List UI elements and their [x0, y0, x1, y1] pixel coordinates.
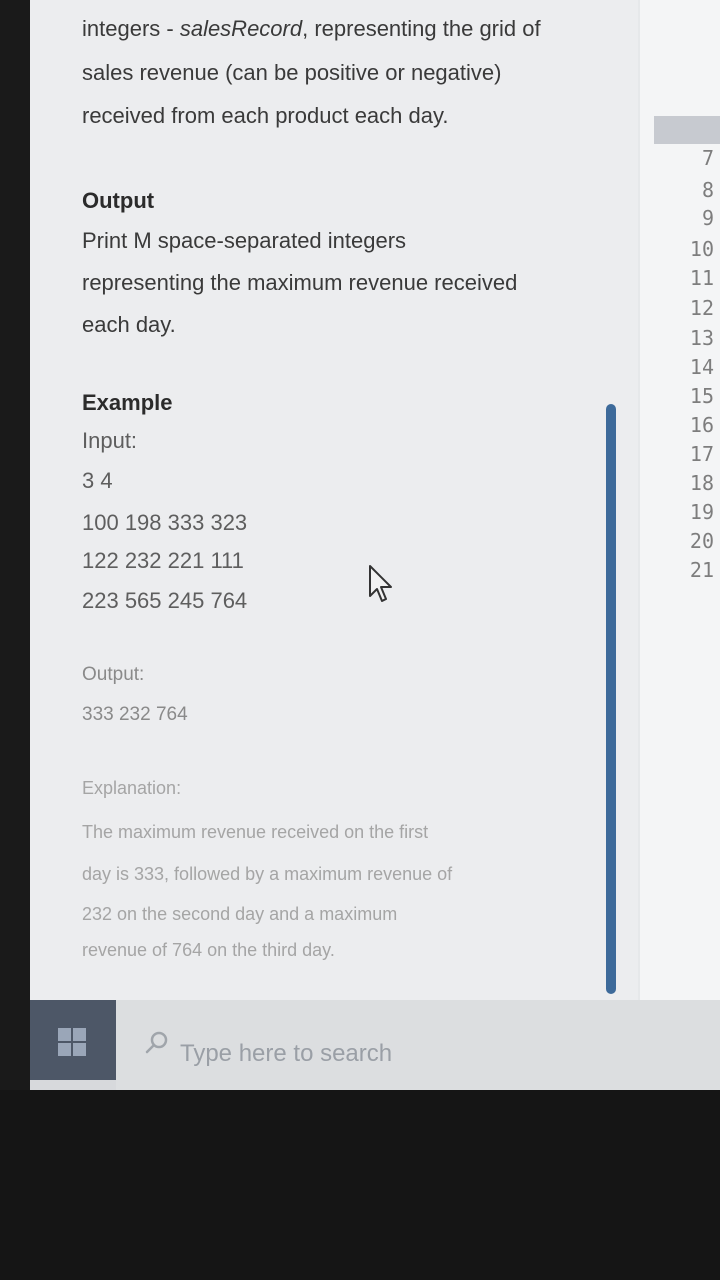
line-number: 11	[689, 266, 714, 290]
line-number: 7	[701, 146, 714, 170]
output-value: 333 232 764	[82, 704, 188, 725]
variable-name: salesRecord	[179, 16, 303, 41]
windows-logo-icon	[58, 1028, 86, 1056]
explanation-line: 232 on the second day and a maximum	[82, 904, 398, 924]
line-number: 21	[689, 558, 714, 582]
search-icon	[145, 1031, 168, 1054]
output-desc-line-3: each day.	[82, 312, 176, 337]
output-desc-line-2: representing the maximum revenue receive…	[82, 270, 518, 295]
explanation-line: day is 333, followed by a maximum revenu…	[82, 864, 453, 884]
screen-bezel	[0, 0, 30, 1090]
intro-text: integers -	[82, 16, 180, 41]
explanation-label: Explanation:	[82, 778, 182, 798]
intro-text-suffix: , representing the grid of	[302, 16, 541, 41]
explanation-line: revenue of 764 on the third day.	[82, 940, 335, 960]
problem-description-pane: integers - salesRecord, representing the…	[30, 0, 638, 1000]
taskbar: Type here to search	[30, 1000, 720, 1090]
problem-scrollbar[interactable]	[606, 404, 616, 994]
start-button[interactable]	[30, 1000, 116, 1080]
taskbar-search-box[interactable]: Type here to search	[116, 1000, 720, 1090]
intro-line-3: received from each product each day.	[82, 103, 449, 128]
input-line: 3 4	[82, 468, 113, 493]
input-line: 122 232 221 111	[82, 548, 244, 573]
current-line-highlight	[654, 116, 720, 144]
line-number: 17	[689, 442, 714, 466]
code-editor-gutter: 7 8 9 10 11 12 13 14 15 16 17 18 19 20 2…	[640, 0, 720, 1000]
output-label: Output:	[82, 664, 145, 685]
line-number: 20	[689, 529, 714, 553]
line-number: 9	[701, 206, 714, 230]
screen: integers - salesRecord, representing the…	[0, 0, 720, 1090]
line-number: 12	[689, 296, 714, 320]
input-line: 223 565 245 764	[82, 588, 248, 613]
line-number: 15	[689, 384, 714, 408]
line-number: 10	[689, 237, 714, 261]
input-line: 100 198 333 323	[82, 510, 248, 535]
output-desc-line-1: Print M space-separated integers	[82, 228, 407, 253]
search-placeholder: Type here to search	[180, 1040, 393, 1067]
line-number: 14	[689, 355, 714, 379]
example-heading: Example	[82, 390, 173, 415]
line-number: 18	[689, 471, 714, 495]
line-number: 8	[701, 178, 714, 202]
intro-line-2: sales revenue (can be positive or negati…	[82, 60, 502, 85]
explanation-line: The maximum revenue received on the firs…	[82, 822, 429, 842]
line-number: 13	[689, 326, 714, 350]
output-heading: Output	[82, 188, 155, 213]
line-number: 19	[689, 500, 714, 524]
mouse-pointer-icon	[369, 565, 392, 602]
input-label: Input:	[82, 428, 138, 453]
line-number: 16	[689, 413, 714, 437]
intro-line-1: integers - salesRecord, representing the…	[82, 16, 541, 42]
